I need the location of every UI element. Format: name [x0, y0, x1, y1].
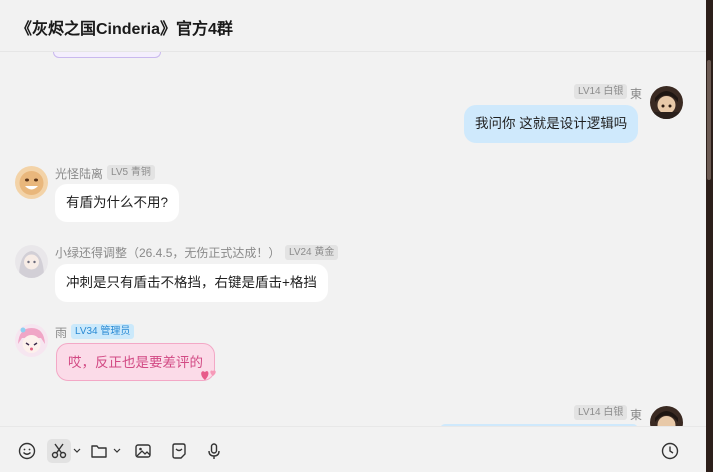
message-bubble[interactable]: 我问你 这就是设计逻辑吗: [464, 105, 639, 143]
input-toolbar: [0, 426, 706, 472]
window-edge: [706, 0, 713, 472]
heart-sticker-icon: [199, 366, 219, 382]
user-level-badge: LV14 白银: [574, 84, 628, 99]
microphone-icon[interactable]: [202, 439, 226, 463]
history-clock-icon[interactable]: [658, 439, 682, 463]
sender-name[interactable]: 東: [630, 85, 642, 102]
emoji-icon[interactable]: [15, 439, 39, 463]
chat-header: 《灰烬之国Cinderia》官方4群: [0, 0, 706, 52]
message-list[interactable]: LV14 白银 東 我问你 这就是设计逻辑吗 光怪陆离 LV5 青铜 有盾为什么…: [0, 52, 706, 426]
admin-badge: LV34 管理员: [71, 324, 135, 339]
avatar[interactable]: [650, 86, 683, 119]
chevron-down-icon[interactable]: [72, 444, 82, 458]
message-bubble[interactable]: 有盾为什么不用?: [55, 184, 180, 222]
previous-message-fragment: [53, 52, 161, 58]
sender-name[interactable]: 小绿还得调整（26.4.5，无伤正式达成！）: [55, 244, 280, 261]
avatar[interactable]: [15, 245, 48, 278]
group-title[interactable]: 《灰烬之国Cinderia》官方4群: [16, 15, 233, 39]
avatar[interactable]: [15, 166, 48, 199]
user-level-badge: LV5 青铜: [107, 165, 155, 180]
message-bubble[interactable]: 冲刺是只有盾击不格挡，右键是盾击+格挡: [55, 264, 328, 302]
sender-name[interactable]: 東: [630, 406, 642, 423]
user-level-badge: LV24 黄金: [285, 245, 339, 260]
message-bubble[interactable]: 哎，反正也是要差评的: [56, 343, 215, 381]
image-icon[interactable]: [131, 439, 155, 463]
sticker-icon[interactable]: [167, 439, 191, 463]
user-level-badge: LV14 白银: [574, 405, 628, 420]
scissors-icon[interactable]: [47, 439, 71, 463]
scrollbar[interactable]: [707, 60, 711, 180]
sender-name[interactable]: 光怪陆离: [55, 165, 103, 182]
folder-icon[interactable]: [87, 439, 111, 463]
sender-name[interactable]: 雨: [55, 324, 67, 341]
chevron-down-icon[interactable]: [112, 444, 122, 458]
avatar[interactable]: [15, 324, 48, 357]
avatar[interactable]: [650, 406, 683, 426]
